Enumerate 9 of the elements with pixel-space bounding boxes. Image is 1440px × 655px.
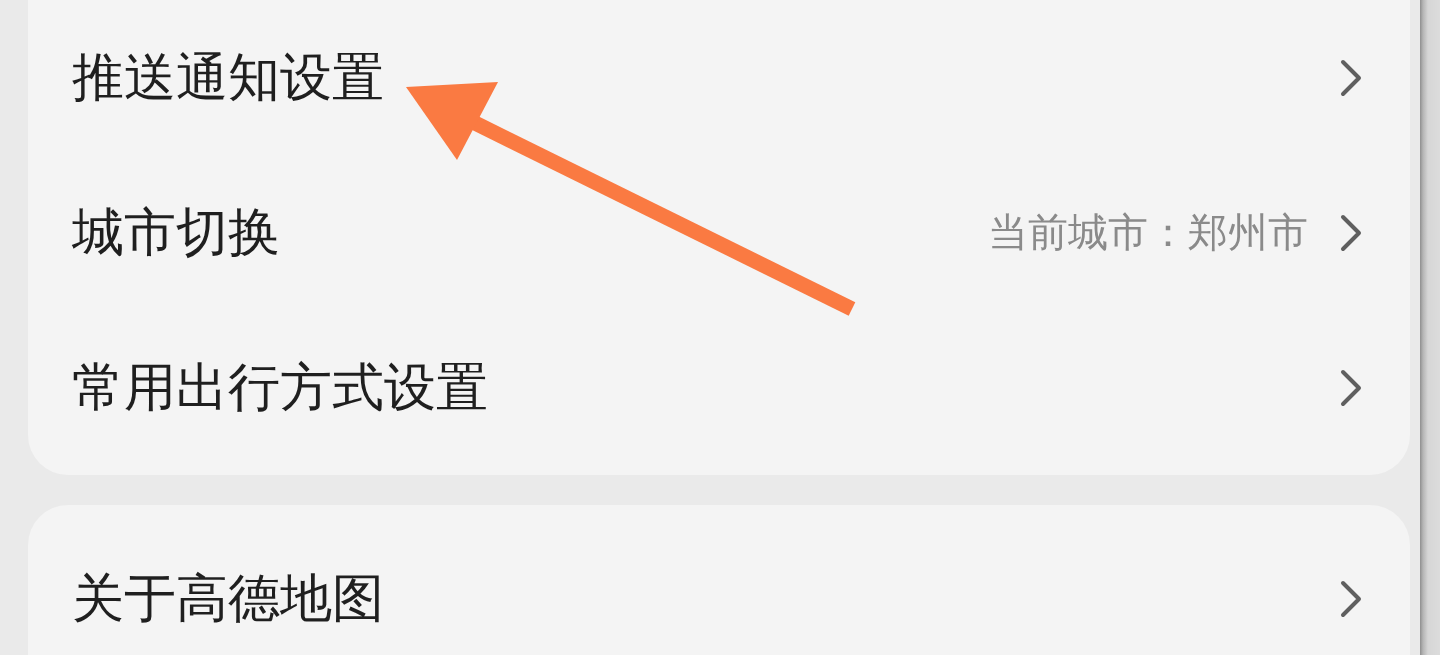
row-label[interactable]: 城市切换 (72, 197, 280, 268)
chevron-right-icon[interactable] (1340, 58, 1362, 97)
row-label[interactable]: 推送通知设置 (72, 42, 384, 113)
row-value: 当前城市：郑州市 (988, 208, 1308, 257)
chevron-right-icon[interactable] (1340, 213, 1362, 252)
row-label[interactable]: 关于高德地图 (72, 563, 384, 634)
row-label[interactable]: 常用出行方式设置 (72, 352, 488, 423)
chevron-right-icon[interactable] (1340, 368, 1362, 407)
chevron-right-icon[interactable] (1340, 579, 1362, 618)
